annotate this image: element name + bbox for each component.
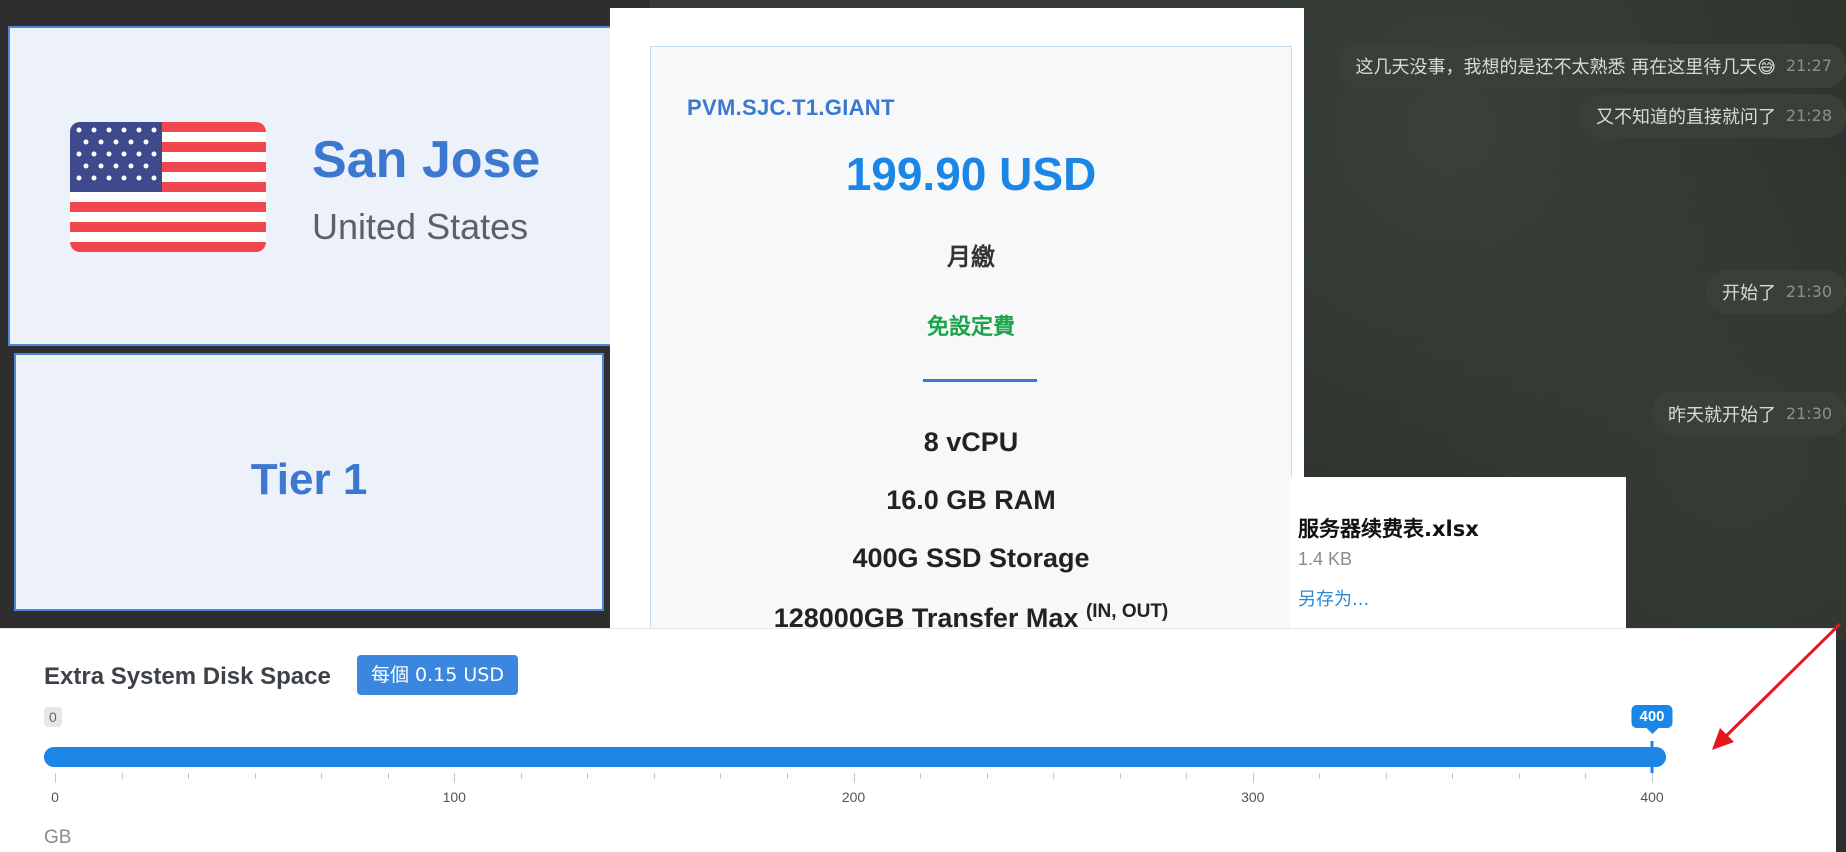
spec-cpu: 8 vCPU	[923, 427, 1019, 457]
slider-tick	[587, 773, 589, 779]
chat-message[interactable]: 这几天没事，我想的是还不太熟悉 再在这里待几天😅 21:27	[1339, 44, 1846, 88]
slider-value-label: 400	[1631, 705, 1673, 734]
slider-tick-label: 400	[1640, 789, 1664, 805]
slider-tick	[254, 773, 256, 779]
slider-tick	[1585, 773, 1587, 779]
slider-tick-label: 100	[442, 789, 466, 805]
disk-title: Extra System Disk Space	[44, 663, 331, 690]
tier-label: Tier 1	[250, 455, 368, 504]
location-card[interactable]: San Jose United States	[8, 26, 618, 346]
annotation-arrow-icon	[1712, 622, 1842, 750]
chat-message-time: 21:30	[1785, 404, 1832, 423]
slider-tick	[55, 773, 56, 783]
plan-code: PVM.SJC.T1.GIANT	[687, 95, 895, 120]
spec-ram: 16.0 GB RAM	[886, 485, 1056, 515]
slider-tick	[1452, 773, 1454, 779]
disk-price-badge: 每個 0.15 USD	[357, 655, 518, 695]
save-as-link[interactable]: 另存为...	[1298, 585, 1369, 611]
plan-price: 199.90 USD	[845, 148, 1097, 200]
spec-transfer-note: (IN, OUT)	[1085, 601, 1169, 622]
slider-tick	[1385, 773, 1387, 779]
chat-message-text: 这几天没事，我想的是还不太熟悉 再在这里待几天😅	[1355, 57, 1776, 78]
slider-tick	[321, 773, 323, 779]
us-flag-icon	[70, 122, 266, 252]
slider-tick-label: 200	[841, 789, 866, 805]
disk-slider-fill	[44, 747, 1666, 767]
slider-tick	[1319, 773, 1321, 779]
slider-tick	[387, 773, 389, 779]
chat-message-text: 开始了	[1722, 283, 1776, 304]
slider-tick	[454, 773, 456, 783]
slider-tick	[920, 773, 922, 779]
slider-tick	[786, 773, 788, 779]
slider-tick	[188, 773, 190, 779]
billing-cycle: 月繳	[947, 243, 995, 271]
chat-message[interactable]: 又不知道的直接就问了 21:28	[1580, 94, 1846, 138]
slider-tick	[986, 773, 988, 779]
chat-message-text: 昨天就开始了	[1668, 405, 1776, 426]
slider-tick-label: 300	[1241, 789, 1265, 805]
spec-storage: 400G SSD Storage	[852, 543, 1090, 573]
location-country: United States	[312, 206, 529, 247]
chat-message-time: 21:30	[1785, 282, 1832, 301]
slider-tick	[853, 773, 855, 783]
slider-min-label: 0	[44, 707, 62, 727]
slider-tick	[121, 773, 123, 779]
plan-panel: PVM.SJC.T1.GIANT 199.90 USD 月繳 免設定費 8 vC…	[610, 8, 1304, 666]
file-attachment[interactable]: 服务器续费表.xlsx 1.4 KB 另存为...	[1290, 477, 1626, 647]
disk-slider-handle[interactable]	[1650, 741, 1654, 773]
slider-tick	[720, 773, 722, 779]
chat-message-text: 又不知道的直接就问了	[1596, 107, 1776, 128]
chat-message[interactable]: 昨天就开始了 21:30	[1652, 392, 1846, 436]
slider-tick	[1518, 773, 1520, 779]
disk-slider-track[interactable]	[44, 747, 1666, 767]
plan-card[interactable]: PVM.SJC.T1.GIANT 199.90 USD 月繳 免設定費 8 vC…	[650, 46, 1292, 666]
disk-unit-label: GB	[44, 827, 72, 848]
file-size: 1.4 KB	[1298, 549, 1353, 569]
file-name: 服务器续费表.xlsx	[1298, 517, 1479, 541]
chat-message-time: 21:28	[1785, 106, 1832, 125]
slider-tick	[1053, 773, 1055, 779]
slider-tick	[1119, 773, 1121, 779]
slider-tick	[653, 773, 655, 779]
slider-tick	[1652, 773, 1653, 783]
tier-card[interactable]: Tier 1	[14, 353, 604, 611]
extra-disk-section: Extra System Disk Space 每個 0.15 USD 0 40…	[0, 628, 1836, 852]
slider-tick	[520, 773, 522, 779]
slider-tick	[1186, 773, 1188, 779]
chat-message-time: 21:27	[1785, 56, 1832, 75]
slider-tick-label: 0	[51, 789, 59, 805]
location-city: San Jose	[312, 131, 541, 189]
slider-tick	[1252, 773, 1254, 783]
setup-fee-note: 免設定費	[926, 315, 1015, 340]
plan-divider	[923, 379, 1037, 382]
location-panel: San Jose United States Tier 1	[0, 0, 650, 640]
chat-message[interactable]: 开始了 21:30	[1706, 270, 1846, 314]
